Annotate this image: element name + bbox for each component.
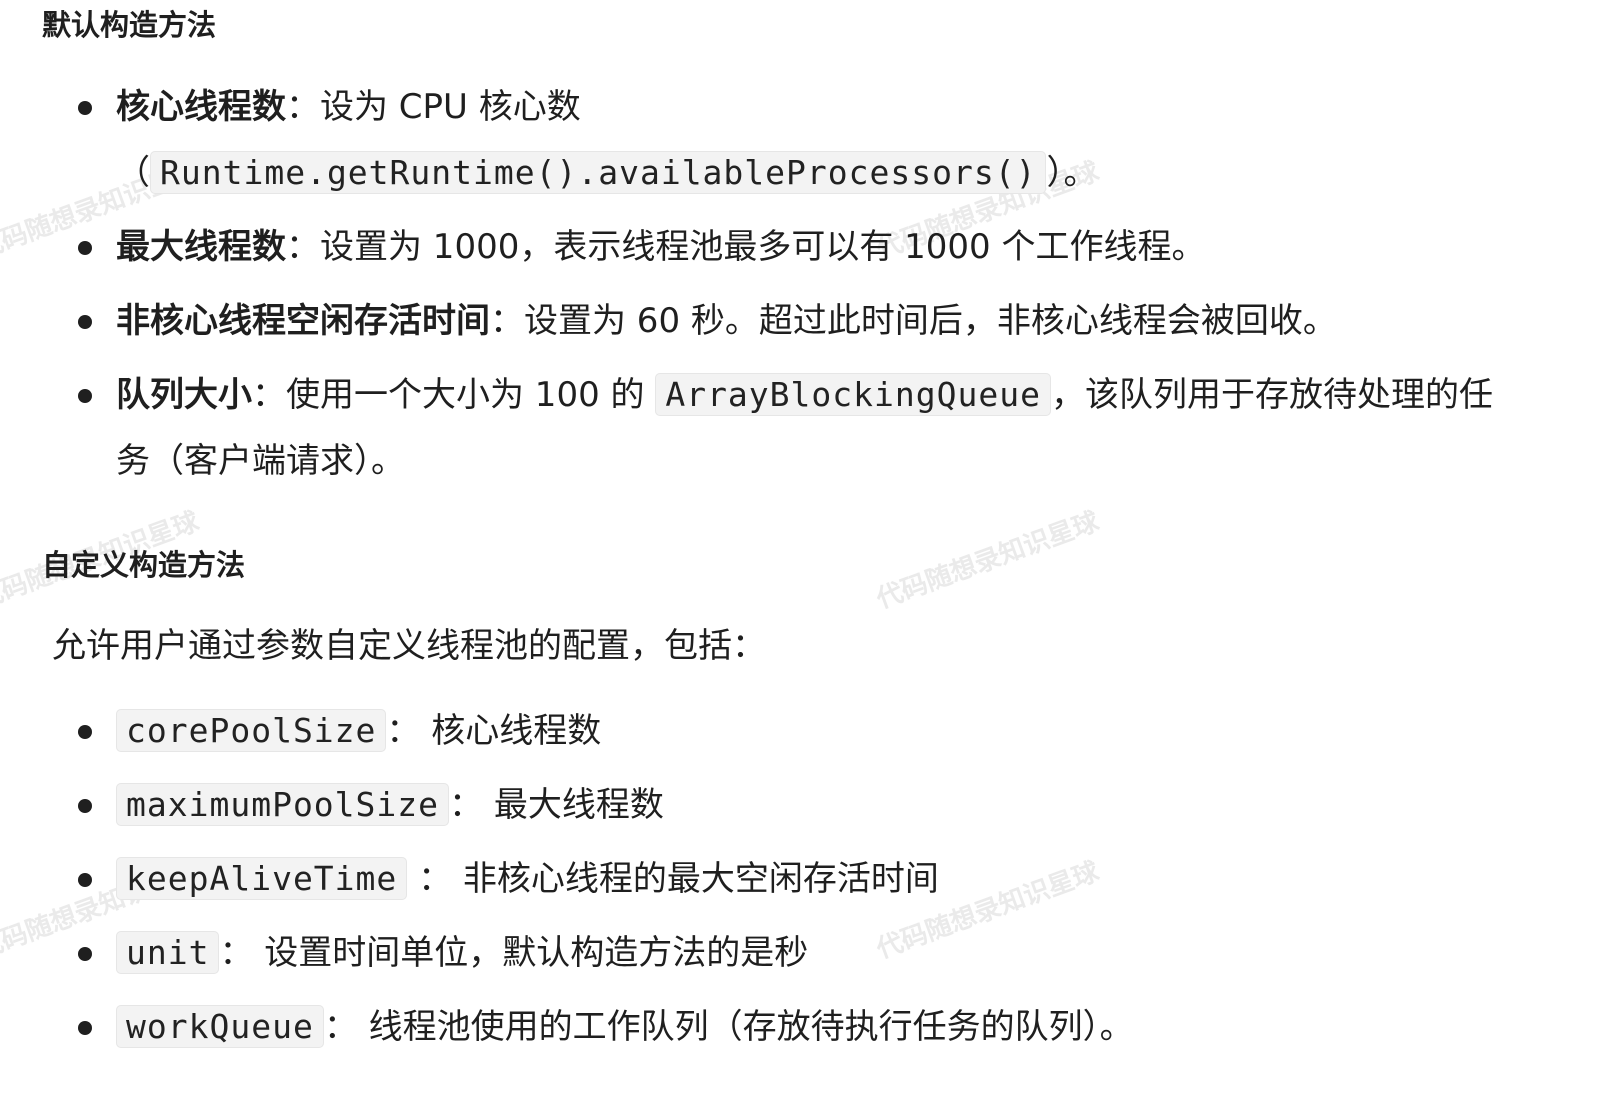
code-snippet: maximumPoolSize [116, 783, 450, 826]
custom-constructor-intro: 允许用户通过参数自定义线程池的配置，包括： [52, 626, 766, 666]
list-item: maximumPoolSize： 最大线程数 [78, 772, 1518, 838]
document-page: 代码随想录知识星球 代码随想录知识星球 代码随想录知识星球 代码随想录知识星球 … [0, 0, 1614, 1106]
list-item: 非核心线程空闲存活时间：设置为 60 秒。超过此时间后，非核心线程会被回收。 [78, 288, 1518, 354]
list-item: 最大线程数：设置为 1000，表示线程池最多可以有 1000 个工作线程。 [78, 214, 1518, 280]
item-label: 队列大小 [116, 375, 252, 415]
code-snippet: keepAliveTime [116, 857, 408, 900]
code-snippet: workQueue [116, 1005, 324, 1048]
section-heading-custom-constructor: 自定义构造方法 [42, 548, 246, 582]
list-item: keepAliveTime ： 非核心线程的最大空闲存活时间 [78, 846, 1518, 912]
watermark: 代码随想录知识星球 [872, 506, 1103, 615]
custom-constructor-list: corePoolSize： 核心线程数 maximumPoolSize： 最大线… [78, 698, 1518, 1060]
item-label: 最大线程数 [116, 227, 286, 267]
section-heading-default-constructor: 默认构造方法 [42, 8, 217, 42]
list-item: unit： 设置时间单位，默认构造方法的是秒 [78, 920, 1518, 986]
list-item: workQueue： 线程池使用的工作队列（存放待执行任务的队列）。 [78, 994, 1518, 1060]
code-snippet: Runtime.getRuntime().availableProcessors… [150, 151, 1047, 194]
default-constructor-list: 核心线程数：设为 CPU 核心数（ Runtime.getRuntime().av… [78, 74, 1518, 494]
code-snippet: corePoolSize [116, 709, 387, 752]
code-snippet: ArrayBlockingQueue [655, 373, 1051, 416]
item-label: 非核心线程空闲存活时间 [116, 301, 490, 341]
list-item: 队列大小：使用一个大小为 100 的 ArrayBlockingQueue ，该队… [78, 362, 1518, 494]
item-label: 核心线程数 [116, 87, 286, 127]
list-item: 核心线程数：设为 CPU 核心数（ Runtime.getRuntime().av… [78, 74, 1518, 206]
code-snippet: unit [116, 931, 220, 974]
list-item: corePoolSize： 核心线程数 [78, 698, 1518, 764]
